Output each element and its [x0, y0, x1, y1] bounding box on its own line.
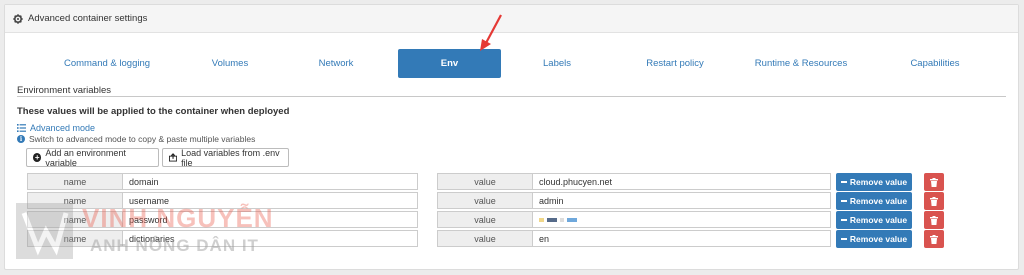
trash-icon [930, 177, 938, 187]
info-icon: i [17, 135, 25, 143]
minus-icon [840, 238, 847, 240]
section-divider [17, 96, 1006, 97]
section-title: Environment variables [17, 85, 111, 96]
variable-name-input[interactable]: domain [122, 173, 418, 190]
advanced-mode-link[interactable]: Advanced mode [17, 123, 95, 133]
plus-circle-icon: + [33, 153, 42, 162]
minus-icon [840, 200, 847, 202]
variable-value-masked[interactable] [532, 211, 831, 228]
variable-value-input[interactable]: admin [532, 192, 831, 209]
value-label: value [437, 211, 533, 228]
redaction-block [560, 217, 564, 222]
upload-icon [169, 153, 178, 162]
remove-value-label: Remove value [849, 196, 908, 206]
delete-variable-button[interactable] [924, 230, 944, 248]
delete-variable-button[interactable] [924, 211, 944, 229]
trash-icon [930, 196, 938, 206]
tab-command-logging[interactable]: Command & logging [29, 49, 185, 78]
redaction-block [567, 217, 577, 222]
value-label: value [437, 230, 533, 247]
delete-variable-button[interactable] [924, 192, 944, 210]
advanced-mode-label[interactable]: Advanced mode [30, 123, 95, 133]
add-env-variable-label: Add an environment variable [45, 147, 126, 168]
tab-network[interactable]: Network [277, 49, 395, 78]
remove-value-button[interactable]: Remove value [836, 192, 912, 210]
tab-restart-policy[interactable]: Restart policy [625, 49, 725, 78]
panel-title: Advanced container settings [28, 13, 148, 24]
watermark-brand: VINH NGUYỄN [82, 203, 274, 233]
remove-value-button[interactable]: Remove value [836, 211, 912, 229]
trash-icon [930, 234, 938, 244]
tab-capabilities[interactable]: Capabilities [885, 49, 985, 78]
list-icon [17, 124, 26, 132]
deploy-notice: These values will be applied to the cont… [17, 106, 290, 117]
minus-icon [840, 181, 847, 183]
red-arrow-annotation [480, 14, 502, 51]
advanced-mode-help-text: Switch to advanced mode to copy & paste … [29, 134, 256, 144]
minus-icon [840, 219, 847, 221]
remove-value-button[interactable]: Remove value [836, 230, 912, 248]
panel-header[interactable]: Advanced container settings [5, 5, 1018, 33]
value-label: value [437, 192, 533, 209]
gear-icon [13, 13, 23, 24]
env-variable-row: name domain value cloud.phucyen.net Remo… [27, 173, 1007, 191]
load-env-file-label: Load variables from .env file [181, 147, 280, 168]
redaction-block [547, 217, 557, 222]
remove-value-label: Remove value [849, 215, 908, 225]
tab-env[interactable]: Env [398, 49, 501, 78]
tab-bar: Command & logging Volumes Network Env La… [5, 49, 1018, 78]
variable-value-input[interactable]: cloud.phucyen.net [532, 173, 831, 190]
remove-value-button[interactable]: Remove value [836, 173, 912, 191]
load-env-file-button[interactable]: Load variables from .env file [162, 147, 289, 168]
remove-value-label: Remove value [849, 234, 908, 244]
variable-value-input[interactable]: en [532, 230, 831, 247]
tab-volumes[interactable]: Volumes [165, 49, 295, 78]
tab-runtime-resources[interactable]: Runtime & Resources [741, 49, 861, 78]
remove-value-label: Remove value [849, 177, 908, 187]
name-label: name [27, 173, 123, 190]
watermark-logo [16, 203, 73, 259]
advanced-mode-help: i Switch to advanced mode to copy & past… [17, 134, 255, 144]
watermark-tagline: ANH NÔNG DÂN IT [90, 236, 259, 255]
tab-labels[interactable]: Labels [515, 49, 599, 78]
add-env-variable-button[interactable]: + Add an environment variable [26, 147, 159, 168]
trash-icon [930, 215, 938, 225]
redaction-block [539, 217, 544, 222]
delete-variable-button[interactable] [924, 173, 944, 191]
value-label: value [437, 173, 533, 190]
